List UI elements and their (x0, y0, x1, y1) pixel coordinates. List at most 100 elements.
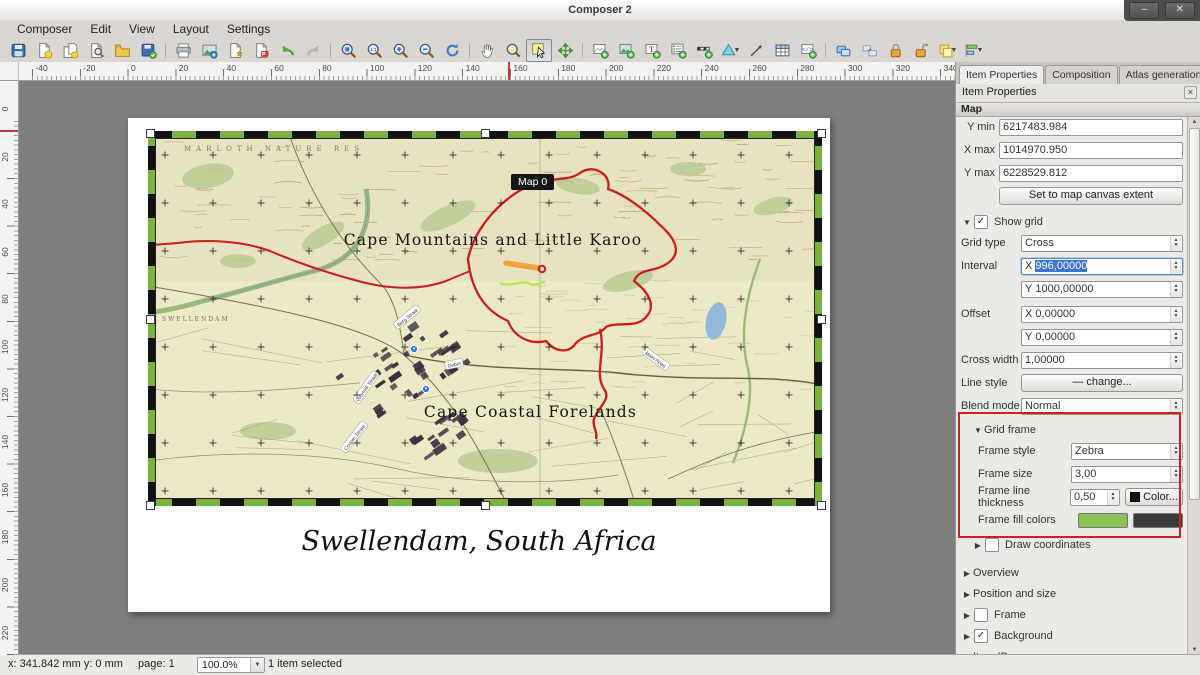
section-overview[interactable]: ▶Overview (961, 566, 1183, 580)
y-max-input[interactable]: 6228529.812 (999, 165, 1183, 182)
y-min-input[interactable]: 6217483.984 (999, 119, 1183, 136)
section-background[interactable]: ▶✓Background (961, 629, 1183, 643)
add-html-button[interactable]: </> (795, 39, 821, 62)
new-composer-button[interactable] (31, 39, 57, 62)
dropdown-caret-icon[interactable]: ▼ (951, 47, 958, 54)
duplicate-composer-button[interactable] (57, 39, 83, 62)
ungroup-items-button[interactable] (856, 39, 882, 62)
composition-canvas[interactable]: Voortrek StraatCooper StraatBerg StraatG… (18, 80, 955, 655)
selection-handle[interactable] (481, 129, 490, 138)
selection-handle[interactable] (146, 501, 155, 510)
spin-arrows-icon[interactable]: ▲▼ (1170, 330, 1181, 345)
menu-settings[interactable]: Settings (218, 20, 279, 39)
interval-y-input[interactable]: Y 1000,00000▲▼ (1021, 281, 1183, 298)
offset-y-input[interactable]: Y 0,00000▲▼ (1021, 329, 1183, 346)
add-map-button[interactable] (587, 39, 613, 62)
export-pdf-button[interactable] (248, 39, 274, 62)
tab-item-properties[interactable]: Item Properties (959, 65, 1044, 85)
refresh-button[interactable] (439, 39, 465, 62)
zoom-in-button[interactable] (387, 39, 413, 62)
zoom-out-button[interactable] (413, 39, 439, 62)
align-items-button[interactable]: ▼ (960, 39, 986, 62)
add-label-button[interactable]: T (639, 39, 665, 62)
spin-arrows-icon[interactable]: ▲▼ (1170, 353, 1181, 368)
export-image-button[interactable] (196, 39, 222, 62)
selection-handle[interactable] (146, 129, 155, 138)
frame-checkbox[interactable] (974, 608, 988, 622)
load-template-button[interactable] (109, 39, 135, 62)
map-item[interactable]: Voortrek StraatCooper StraatBerg StraatG… (148, 131, 822, 506)
interval-x-input[interactable]: X 996,00000▲▼ (1021, 258, 1183, 275)
selection-handle[interactable] (817, 129, 826, 138)
save-template-button[interactable] (135, 39, 161, 62)
frame-line-thickness-input[interactable]: 0,50▲▼ (1070, 489, 1120, 506)
zoom-level-combo[interactable]: 100.0% ▼ (197, 657, 265, 673)
frame-fill-color-1[interactable] (1078, 513, 1128, 528)
frame-fill-color-2[interactable] (1133, 513, 1183, 528)
minimize-button[interactable]: – (1129, 2, 1159, 19)
cross-width-input[interactable]: 1,00000▲▼ (1021, 352, 1183, 369)
tab-composition[interactable]: Composition (1045, 65, 1117, 84)
spin-arrows-icon[interactable]: ▲▼ (1107, 490, 1118, 505)
composer-manager-button[interactable] (83, 39, 109, 62)
zoom-full-button[interactable] (335, 39, 361, 62)
close-button[interactable]: ✕ (1165, 2, 1195, 19)
redo-button[interactable] (300, 39, 326, 62)
frame-style-select[interactable]: Zebra▲▼ (1071, 443, 1183, 460)
expander-icon[interactable]: ▶ (961, 632, 973, 641)
move-content-button[interactable] (552, 39, 578, 62)
zoom-dropdown-icon[interactable]: ▼ (250, 658, 264, 672)
blend-mode-select[interactable]: Normal▲▼ (1021, 398, 1183, 415)
window-titlebar[interactable]: Composer 2 (0, 0, 1200, 21)
background-checkbox[interactable]: ✓ (974, 629, 988, 643)
frame-color-button[interactable]: Color... (1125, 488, 1183, 506)
selection-handle[interactable] (817, 315, 826, 324)
section-frame[interactable]: ▶Frame (961, 608, 1183, 622)
spin-arrows-icon[interactable]: ▲▼ (1170, 467, 1181, 482)
raise-items-button[interactable]: ▼ (934, 39, 960, 62)
add-shape-button[interactable]: ▼ (717, 39, 743, 62)
pan-button[interactable] (474, 39, 500, 62)
panel-scrollbar[interactable]: ▲ ▼ (1187, 117, 1200, 655)
print-button[interactable] (170, 39, 196, 62)
expander-icon[interactable]: ▶ (961, 590, 973, 599)
expander-icon[interactable]: ▶ (961, 611, 973, 620)
dropdown-caret-icon[interactable]: ▼ (977, 47, 984, 54)
scrollbar-thumb[interactable] (1189, 128, 1200, 500)
selection-handle[interactable] (481, 501, 490, 510)
add-legend-button[interactable] (665, 39, 691, 62)
x-max-input[interactable]: 1014970.950 (999, 142, 1183, 159)
composition-page[interactable]: Voortrek StraatCooper StraatBerg StraatG… (128, 118, 830, 612)
zoom-tool-button[interactable] (500, 39, 526, 62)
add-arrow-button[interactable] (743, 39, 769, 62)
show-grid-checkbox[interactable]: ✓ (974, 215, 988, 229)
offset-x-input[interactable]: X 0,00000▲▼ (1021, 306, 1183, 323)
expander-icon[interactable]: ▶ (961, 569, 973, 578)
save-button[interactable] (5, 39, 31, 62)
draw-coordinates-checkbox[interactable] (985, 538, 999, 552)
set-to-map-canvas-extent-button[interactable]: Set to map canvas extent (999, 187, 1183, 205)
spin-arrows-icon[interactable]: ▲▼ (1170, 259, 1181, 274)
zoom-actual-button[interactable]: 1:1 (361, 39, 387, 62)
draw-coordinates-expander-icon[interactable]: ▶ (972, 541, 984, 550)
show-grid-expander-icon[interactable]: ▼ (961, 218, 973, 227)
tab-atlas-generation[interactable]: Atlas generation (1119, 65, 1200, 84)
page-title-label[interactable]: Swellendam, South Africa (128, 526, 830, 557)
select-move-button[interactable] (526, 39, 552, 62)
menu-layout[interactable]: Layout (164, 20, 218, 39)
grid-type-select[interactable]: Cross▲▼ (1021, 235, 1183, 252)
scroll-up-icon[interactable]: ▲ (1188, 117, 1200, 127)
selection-handle[interactable] (817, 501, 826, 510)
dropdown-caret-icon[interactable]: ▼ (734, 47, 741, 54)
add-scalebar-button[interactable] (691, 39, 717, 62)
menu-edit[interactable]: Edit (81, 20, 120, 39)
line-style-change-button[interactable]: — change... (1021, 374, 1183, 392)
grid-frame-expander-icon[interactable]: ▼ (972, 426, 984, 435)
menu-view[interactable]: View (120, 20, 164, 39)
add-table-button[interactable] (769, 39, 795, 62)
add-image-button[interactable] (613, 39, 639, 62)
selection-handle[interactable] (146, 315, 155, 324)
lock-items-button[interactable] (882, 39, 908, 62)
export-svg-button[interactable] (222, 39, 248, 62)
group-items-button[interactable] (830, 39, 856, 62)
